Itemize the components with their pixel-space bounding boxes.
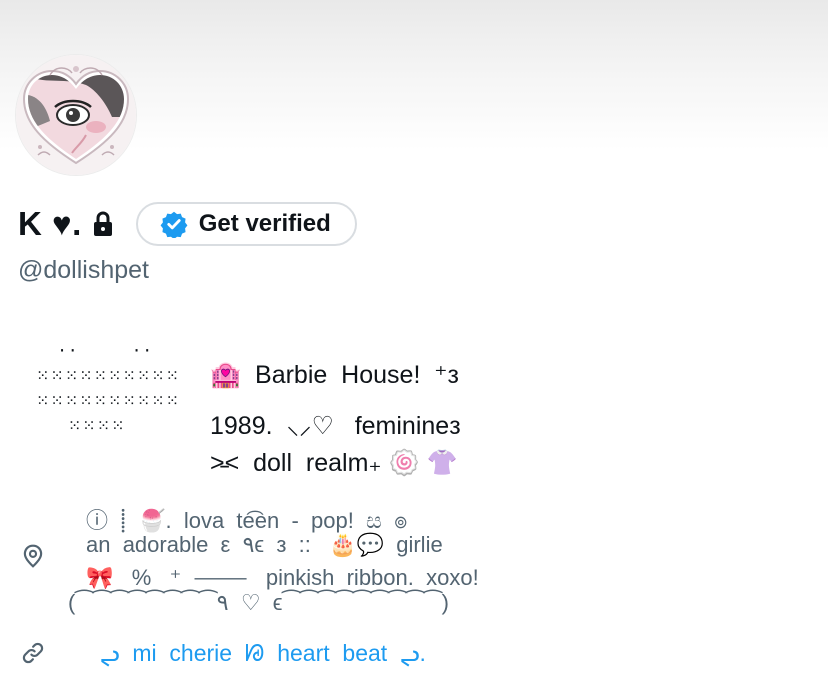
profile-website-link[interactable]: ᖢ mi cherie ᘘ heart beat ᖢ. bbox=[100, 640, 426, 667]
location-line: an adorable ε ٩ϵ з :: 🎂💬 girlie bbox=[86, 532, 443, 557]
location-pin-icon bbox=[20, 543, 46, 569]
bio-line: 1989. ⸜⸝♡ feminineз bbox=[210, 412, 461, 440]
avatar-heart-frame-icon bbox=[16, 55, 136, 175]
verified-badge-icon bbox=[160, 210, 188, 240]
get-verified-label: Get verified bbox=[198, 210, 331, 237]
get-verified-button[interactable]: Get verified bbox=[135, 202, 357, 246]
profile-name-row: K ♥. Get verified bbox=[18, 200, 357, 248]
profile-handle: @dollishpet bbox=[18, 256, 150, 284]
link-icon bbox=[20, 640, 46, 666]
bio-line: ˃̵˂ doll realm₊ 🍥 👚 bbox=[210, 449, 458, 477]
display-name: K ♥. bbox=[18, 205, 82, 242]
bio-line: 🏩 Barbie House! ⁺з bbox=[210, 361, 459, 389]
location-line: (⁀⁀⁀⁀⁀⁀⁀⁀٩ ♡ ϵ⁀⁀⁀⁀⁀⁀⁀⁀⁀) bbox=[68, 590, 449, 615]
avatar[interactable] bbox=[16, 55, 136, 175]
lock-icon bbox=[92, 211, 114, 237]
location-line: 🎀 % ⁺ ⸻ pinkish ribbon. xoxo! bbox=[86, 565, 479, 590]
bio-heart-dot-art: ·· ·· ⁙⁙⁙⁙⁙⁙⁙⁙⁙⁙ ⁙⁙⁙⁙⁙⁙⁙⁙⁙⁙ ⁙⁙⁙⁙ bbox=[36, 341, 181, 435]
